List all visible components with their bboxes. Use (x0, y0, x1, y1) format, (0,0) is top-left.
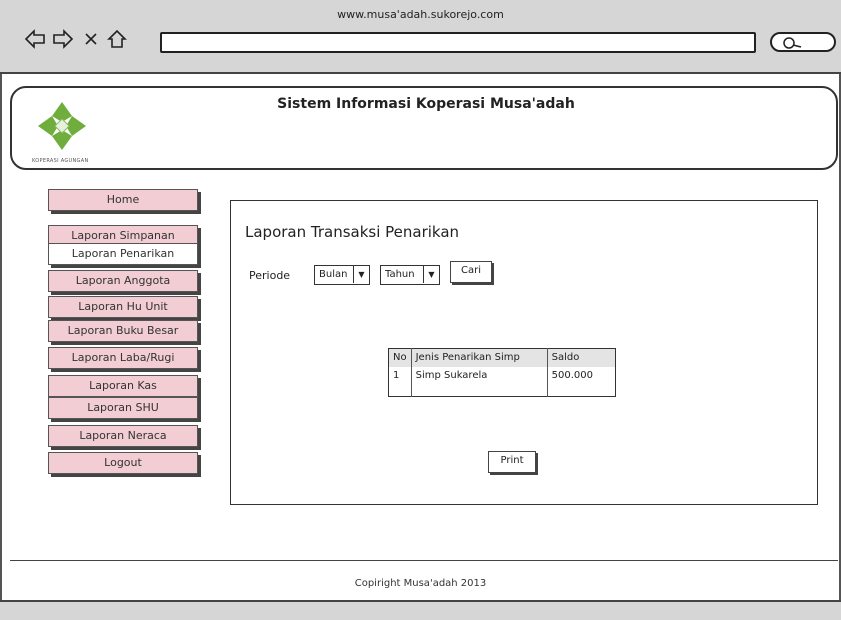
chevron-down-icon[interactable]: ▼ (353, 266, 369, 283)
sidebar-item-laporan-anggota[interactable]: Laporan Anggota (48, 270, 198, 292)
tahun-select[interactable]: Tahun ▼ (380, 265, 440, 285)
back-arrow-icon[interactable] (24, 28, 46, 50)
column-header-no: No (388, 348, 412, 367)
search-field[interactable] (770, 32, 836, 52)
chevron-down-icon[interactable]: ▼ (423, 266, 439, 283)
table-header-row: No Jenis Penarikan Simp Saldo (388, 348, 616, 367)
home-icon[interactable] (106, 28, 128, 50)
url-text: www.musa'adah.sukorejo.com (337, 8, 504, 21)
sidebar-item-laporan-kas[interactable]: Laporan Kas (48, 375, 198, 397)
column-header-jenis: Jenis Penarikan Simp (411, 348, 548, 367)
sidebar-item-home[interactable]: Home (48, 189, 198, 211)
bulan-select[interactable]: Bulan ▼ (314, 265, 370, 285)
site-header: KOPERASI AGUNGAN Sistem Informasi Kopera… (10, 86, 838, 170)
sidebar-item-laporan-hu-unit[interactable]: Laporan Hu Unit (48, 296, 198, 318)
address-bar[interactable] (160, 32, 756, 53)
footer-copyright: Copiright Musa'adah 2013 (354, 578, 487, 589)
sidebar-item-laporan-laba-rugi[interactable]: Laporan Laba/Rugi (48, 347, 198, 369)
print-button[interactable]: Print (488, 451, 536, 473)
sidebar-item-logout[interactable]: Logout (48, 452, 198, 474)
close-icon[interactable] (80, 28, 102, 50)
cari-button[interactable]: Cari (450, 261, 492, 283)
browser-titlebar: www.musa'adah.sukorejo.com (0, 0, 841, 74)
browser-statusbar (0, 600, 841, 620)
column-header-saldo: Saldo (547, 348, 616, 367)
tahun-select-value: Tahun (385, 269, 415, 280)
sidebar-item-laporan-neraca[interactable]: Laporan Neraca (48, 425, 198, 447)
cell-no: 1 (388, 366, 412, 397)
sidebar-item-laporan-shu[interactable]: Laporan SHU (48, 397, 198, 419)
sidebar-item-laporan-penarikan[interactable]: Laporan Penarikan (48, 243, 198, 265)
report-title: Laporan Transaksi Penarikan (245, 223, 460, 241)
cell-jenis: Simp Sukarela (411, 366, 548, 397)
sidebar-item-laporan-buku-besar[interactable]: Laporan Buku Besar (48, 320, 198, 342)
forward-arrow-icon[interactable] (52, 28, 74, 50)
page-title: Sistem Informasi Koperasi Musa'adah (277, 96, 575, 112)
periode-label: Periode (249, 269, 291, 282)
bulan-select-value: Bulan (319, 269, 348, 280)
report-panel: Laporan Transaksi Penarikan Periode Bula… (230, 200, 818, 505)
table-row: 1 Simp Sukarela 500.000 (388, 366, 616, 397)
logo-caption: KOPERASI AGUNGAN (32, 158, 89, 164)
cell-saldo: 500.000 (551, 369, 593, 381)
report-table: No Jenis Penarikan Simp Saldo 1 Simp Suk… (388, 348, 616, 397)
footer-divider (10, 560, 838, 561)
